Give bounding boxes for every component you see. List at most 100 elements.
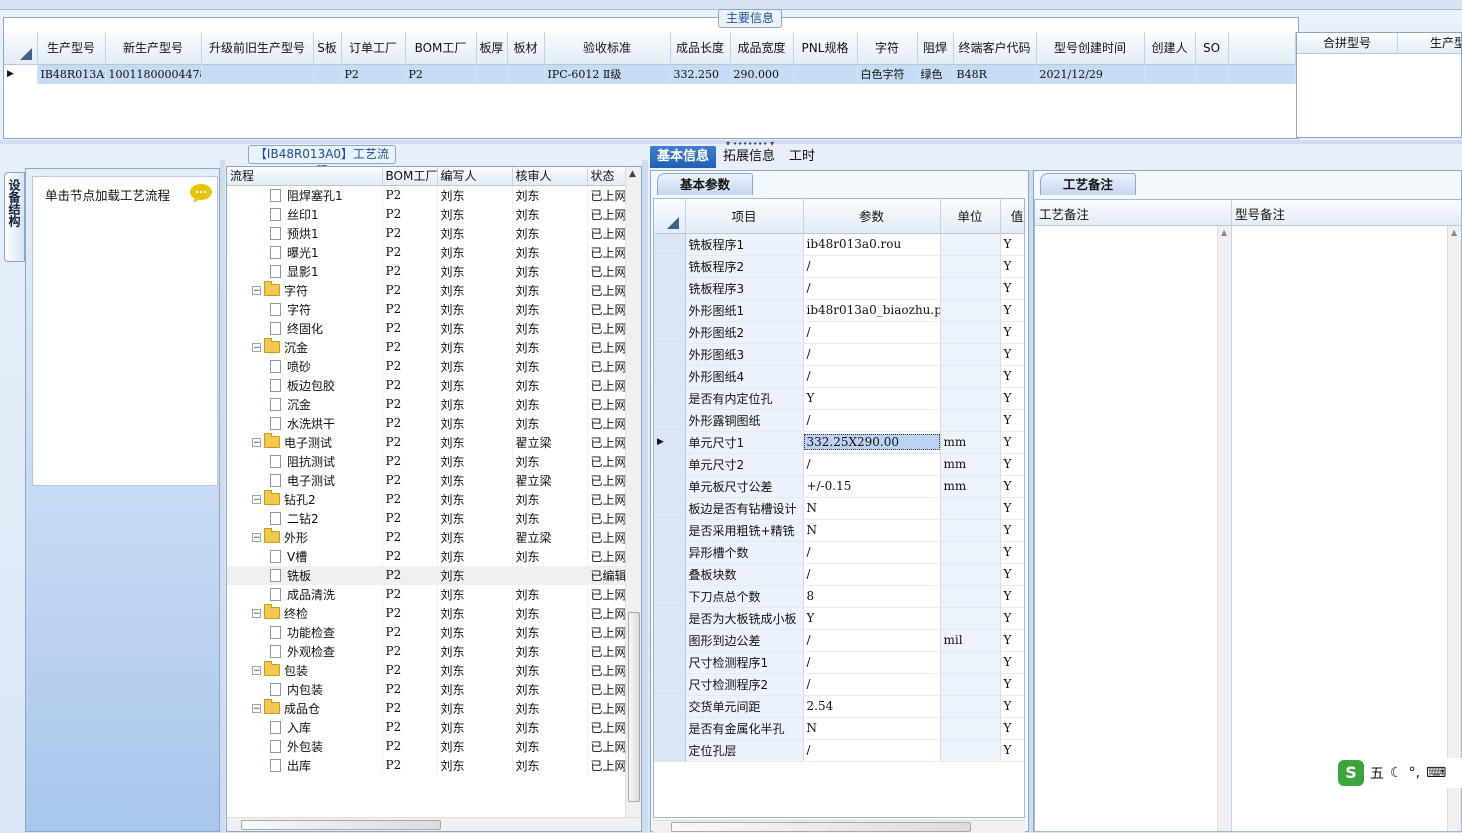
process-name-cell[interactable]: 终固化 (227, 318, 383, 338)
sogou-logo-icon[interactable]: S (1338, 760, 1364, 786)
scroll-thumb[interactable] (628, 612, 640, 802)
collapse-icon[interactable]: − (252, 532, 261, 542)
process-bom-cell[interactable]: P2 (382, 660, 438, 680)
param-value[interactable]: / (807, 347, 811, 361)
param-row-header[interactable] (654, 409, 686, 432)
param-col-header[interactable]: 值 (1000, 199, 1024, 234)
param-flag-cell[interactable]: Y (1000, 387, 1024, 410)
main-cell[interactable] (313, 64, 342, 84)
process-row[interactable]: − 终检 P2 刘东 刘东 已上网 (227, 603, 626, 623)
process-writer-cell[interactable]: 刘东 (437, 565, 513, 585)
tree-node[interactable]: 丝印1 (230, 205, 379, 224)
process-status-cell[interactable]: 已上网 (587, 318, 626, 338)
param-value-cell[interactable]: N (803, 497, 941, 520)
process-row[interactable]: 字符 P2 刘东 刘东 已上网 (227, 299, 626, 319)
process-bom-cell[interactable]: P2 (382, 717, 438, 737)
param-row-header[interactable] (654, 475, 686, 498)
param-value[interactable]: Y (807, 611, 815, 625)
process-writer-cell[interactable]: 刘东 (437, 508, 513, 528)
tree-node[interactable]: − 终检 (230, 604, 379, 623)
process-status-cell[interactable]: 已上网 (587, 375, 626, 395)
process-status-cell[interactable]: 已上网 (587, 584, 626, 604)
param-flag-cell[interactable]: Y (1000, 563, 1024, 586)
tree-node[interactable]: 预烘1 (230, 224, 379, 243)
param-flag-cell[interactable]: Y (1000, 607, 1024, 630)
param-value-cell[interactable]: / (803, 651, 941, 674)
process-status-cell[interactable]: 已上网 (587, 717, 626, 737)
tree-node[interactable]: − 外形 (230, 528, 379, 547)
process-status-cell[interactable]: 已上网 (587, 603, 626, 623)
process-status-cell[interactable]: 已上网 (587, 432, 626, 452)
process-bom-cell[interactable]: P2 (382, 622, 438, 642)
tree-node[interactable]: 阻抗测试 (230, 452, 379, 471)
tree-node[interactable]: − 沉金 (230, 338, 379, 357)
process-writer-cell[interactable]: 刘东 (437, 660, 513, 680)
process-row[interactable]: 沉金 P2 刘东 刘东 已上网 (227, 394, 626, 414)
process-reviewer-cell[interactable]: 刘东 (512, 242, 588, 262)
tree-node[interactable]: − 字符 (230, 281, 379, 300)
param-row-header[interactable] (654, 519, 686, 542)
tree-node[interactable]: V槽 (230, 547, 379, 566)
param-row-header[interactable] (654, 497, 686, 520)
process-row[interactable]: − 沉金 P2 刘东 刘东 已上网 (227, 337, 626, 357)
basic-params-subtab[interactable]: 基本参数 (657, 173, 753, 195)
process-reviewer-cell[interactable]: 刘东 (512, 204, 588, 224)
process-reviewer-cell[interactable]: 刘东 (512, 223, 588, 243)
tree-node[interactable]: 沉金 (230, 395, 379, 414)
param-value[interactable]: ib48r013a0.rou (807, 237, 902, 251)
param-row-header[interactable] (654, 717, 686, 740)
param-row-header[interactable] (654, 255, 686, 278)
process-reviewer-cell[interactable] (512, 565, 588, 585)
param-row[interactable]: 单元尺寸2/ mm Y (654, 453, 1024, 476)
process-writer-cell[interactable]: 刘东 (437, 698, 513, 718)
process-reviewer-cell[interactable]: 刘东 (512, 755, 588, 775)
param-value-cell[interactable]: / (803, 365, 941, 388)
process-reviewer-cell[interactable]: 刘东 (512, 679, 588, 699)
param-value-cell[interactable]: / (803, 673, 941, 696)
horizontal-splitter[interactable]: ▾ ∙∙∙∙∙∙∙ ▾ (0, 139, 1462, 148)
process-status-cell[interactable]: 已上网 (587, 641, 626, 661)
param-value[interactable]: ib48r013a0_biaozhu.pdf (807, 303, 940, 317)
process-status-cell[interactable]: 已上网 (587, 679, 626, 699)
param-value-cell[interactable]: ib48r013a0.rou (803, 233, 941, 256)
tree-node[interactable]: 铣板 (230, 566, 379, 585)
process-writer-cell[interactable]: 刘东 (437, 527, 513, 547)
process-row[interactable]: − 包装 P2 刘东 刘东 已上网 (227, 660, 626, 680)
process-reviewer-cell[interactable]: 刘东 (512, 508, 588, 528)
main-cell[interactable] (793, 64, 858, 84)
process-name-cell[interactable]: 电子测试 (227, 470, 383, 490)
param-value[interactable]: / (807, 325, 811, 339)
process-reviewer-cell[interactable]: 刘东 (512, 185, 588, 205)
process-row[interactable]: 功能检查 P2 刘东 刘东 已上网 (227, 622, 626, 642)
param-row[interactable]: 外形露铜图纸 / Y (654, 409, 1024, 432)
param-value[interactable]: / (807, 633, 811, 647)
ime-toolbar[interactable]: S 五 ☾ °, ⌨ (1334, 758, 1462, 788)
process-writer-cell[interactable]: 刘东 (437, 432, 513, 452)
process-name-cell[interactable]: − 终检 (227, 603, 383, 623)
param-value-cell[interactable]: / (803, 563, 941, 586)
process-writer-cell[interactable]: 刘东 (437, 679, 513, 699)
process-reviewer-cell[interactable]: 刘东 (512, 622, 588, 642)
process-bom-cell[interactable]: P2 (382, 375, 438, 395)
process-status-cell[interactable]: 已上网 (587, 394, 626, 414)
param-row[interactable]: 单元板尺寸公差 +/-0.15 mm Y (654, 475, 1024, 498)
param-row-header[interactable] (654, 365, 686, 388)
process-status-cell[interactable]: 已上网 (587, 698, 626, 718)
param-row[interactable]: 铣板程序2/ Y (654, 255, 1024, 278)
param-row-header[interactable] (654, 453, 686, 476)
process-reviewer-cell[interactable]: 刘东 (512, 375, 588, 395)
param-row[interactable]: 铣板程序1 ib48r013a0.rou Y (654, 233, 1024, 256)
process-writer-cell[interactable]: 刘东 (437, 337, 513, 357)
main-col-header[interactable]: 验收标准 (544, 32, 671, 65)
param-flag-cell[interactable]: Y (1000, 585, 1024, 608)
process-row[interactable]: 阻抗测试 P2 刘东 刘东 已上网 (227, 451, 626, 471)
param-value[interactable]: 332.25X290.00 (803, 434, 939, 450)
process-bom-cell[interactable]: P2 (382, 242, 438, 262)
tree-node[interactable]: 成品清洗 (230, 585, 379, 604)
process-writer-cell[interactable]: 刘东 (437, 755, 513, 775)
process-status-cell[interactable]: 已上网 (587, 527, 626, 547)
tree-node[interactable]: 字符 (230, 300, 379, 319)
param-value-cell[interactable]: / (803, 409, 941, 432)
param-value[interactable]: / (807, 655, 811, 669)
tree-node[interactable]: 外观检查 (230, 642, 379, 661)
